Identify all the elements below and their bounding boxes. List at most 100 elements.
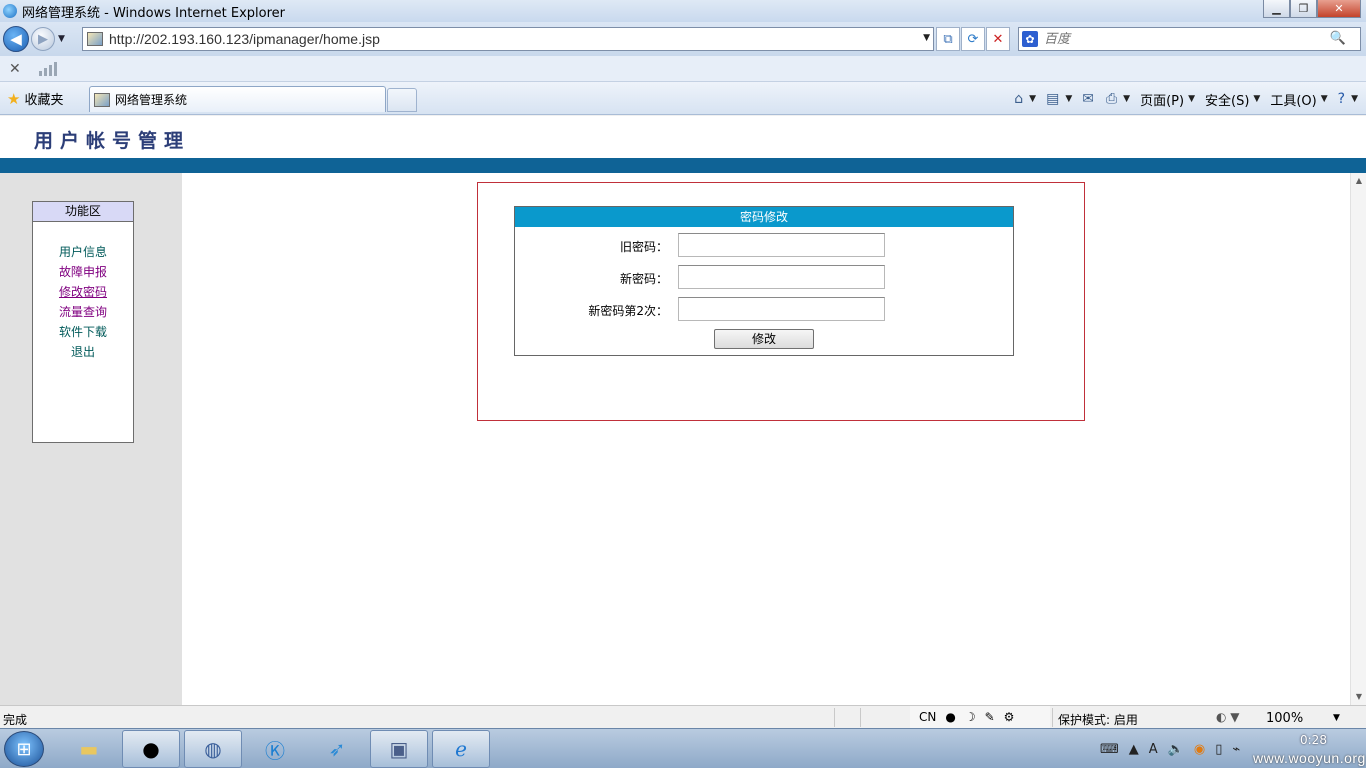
menu-item-user-info[interactable]: 用户信息 — [33, 242, 133, 262]
function-panel-header: 功能区 — [33, 202, 133, 222]
vertical-scrollbar[interactable]: ▲ ▼ — [1350, 173, 1366, 705]
confirm-password-field[interactable] — [678, 297, 885, 321]
menu-item-change-password[interactable]: 修改密码 — [33, 282, 133, 302]
scroll-down-icon[interactable]: ▼ — [1351, 689, 1366, 705]
status-divider — [1052, 708, 1053, 727]
tray-keyboard-icon[interactable]: ⌨ — [1100, 742, 1119, 757]
taskbar-explorer-icon[interactable]: ▬ — [60, 730, 118, 768]
search-box[interactable]: ✿ 🔍 — [1018, 27, 1361, 51]
window-title: 网络管理系统 - Windows Internet Explorer — [22, 5, 285, 21]
history-dropdown-icon[interactable]: ▼ — [58, 34, 70, 44]
submit-password-button[interactable]: 修改 — [714, 329, 814, 349]
refresh-button[interactable]: ⟳ — [961, 27, 985, 51]
minimize-button[interactable]: ▁ — [1263, 0, 1290, 18]
old-password-field[interactable] — [678, 233, 885, 257]
taskbar-k-icon[interactable]: Ⓚ — [246, 730, 304, 768]
ime-toolbar[interactable]: CN ● ☽ ✎ ⚙ — [910, 706, 1050, 728]
forward-button[interactable]: ▶ — [31, 27, 55, 51]
function-panel: 功能区 用户信息 故障申报 修改密码 流量查询 软件下载 退出 — [32, 201, 134, 443]
favorites-bar: ★ 收藏夹 网络管理系统 ⌂ ▼ ▤ ▼ ✉ ⎙ ▼ 页面(P) ▼ 安全(S) ▼ 工具… — [0, 82, 1366, 115]
taskbar-globe-icon[interactable]: ◍ — [184, 730, 242, 768]
safety-menu[interactable]: 安全(S) — [1205, 90, 1249, 109]
sidebar: 功能区 用户信息 故障申报 修改密码 流量查询 软件下载 退出 — [0, 173, 182, 705]
tab-label: 网络管理系统 — [115, 93, 188, 107]
zoom-dropdown-icon[interactable]: ▼ — [1333, 713, 1340, 723]
stop-button[interactable]: ✕ — [986, 27, 1010, 51]
old-password-row: 旧密码： — [515, 233, 1015, 257]
taskbar-qq-icon[interactable]: ● — [122, 730, 180, 768]
window-titlebar: 网络管理系统 - Windows Internet Explorer ▁ ❐ ✕ — [0, 0, 1366, 22]
system-tray: ⌨ ▲ A 🔈 ◉ ▯ ⌁ — [1090, 729, 1240, 768]
ime-mic-icon[interactable]: ● — [945, 710, 955, 724]
window-controls: ▁ ❐ ✕ — [1263, 0, 1361, 18]
close-toolbar-icon[interactable]: ✕ — [9, 61, 21, 77]
safety-menu-dropdown-icon[interactable]: ▼ — [1253, 94, 1260, 104]
back-button[interactable]: ◀ — [3, 26, 29, 52]
search-input[interactable] — [1044, 31, 1314, 47]
taskbar-clock[interactable]: 0:28 — [1300, 733, 1327, 747]
status-divider — [860, 708, 861, 727]
baidu-paw-icon: ✿ — [1022, 31, 1038, 47]
star-icon: ★ — [7, 89, 21, 108]
page-menu[interactable]: 页面(P) — [1140, 90, 1184, 109]
old-password-label: 旧密码： — [619, 240, 668, 254]
confirm-password-row: 新密码第2次： — [515, 297, 1015, 321]
zone-globe-icon[interactable]: ◐ ▼ — [1216, 710, 1240, 724]
print-icon[interactable]: ⎙ — [1106, 91, 1117, 107]
help-dropdown-icon[interactable]: ▼ — [1351, 94, 1358, 104]
page-favicon-icon — [87, 32, 103, 46]
close-window-button[interactable]: ✕ — [1317, 0, 1361, 18]
zoom-level[interactable]: 100% — [1266, 711, 1303, 726]
tray-network-icon[interactable]: ⌁ — [1232, 742, 1240, 757]
confirm-password-label: 新密码第2次： — [588, 304, 668, 318]
favorites-button[interactable]: ★ 收藏夹 — [7, 89, 63, 109]
protected-mode-status[interactable]: 保护模式: 启用 — [1058, 711, 1138, 728]
password-panel-header: 密码修改 — [515, 207, 1013, 227]
address-dropdown-icon[interactable]: ▼ — [923, 33, 930, 43]
signal-bars-icon — [38, 61, 57, 76]
start-button[interactable]: ⊞ — [4, 731, 44, 767]
ime-wrench-icon[interactable]: ✎ — [985, 710, 995, 724]
compatibility-view-button[interactable]: ⧉ — [936, 27, 960, 51]
tools-menu[interactable]: 工具(O) — [1270, 90, 1316, 109]
home-icon[interactable]: ⌂ — [1014, 91, 1023, 107]
help-icon[interactable]: ? — [1338, 91, 1345, 107]
tray-volume-icon[interactable]: 🔈 — [1168, 742, 1184, 757]
feeds-icon[interactable]: ▤ — [1046, 91, 1059, 107]
menu-item-traffic-query[interactable]: 流量查询 — [33, 302, 133, 322]
menu-item-logout[interactable]: 退出 — [33, 342, 133, 362]
feeds-dropdown-icon[interactable]: ▼ — [1065, 94, 1072, 104]
page-menu-dropdown-icon[interactable]: ▼ — [1188, 94, 1195, 104]
address-bar[interactable]: http://202.193.160.123/ipmanager/home.js… — [82, 27, 934, 51]
ime-language[interactable]: CN — [919, 710, 936, 724]
scroll-up-icon[interactable]: ▲ — [1351, 173, 1366, 189]
tray-text-icon[interactable]: A — [1149, 742, 1158, 757]
navigation-bar: ◀ ▶ ▼ http://202.193.160.123/ipmanager/h… — [0, 22, 1366, 56]
tools-menu-dropdown-icon[interactable]: ▼ — [1321, 94, 1328, 104]
tray-battery-icon[interactable]: ▯ — [1215, 742, 1222, 757]
taskbar: ⊞ ▬ ● ◍ Ⓚ ➶ ▣ ℯ ⌨ ▲ A 🔈 ◉ ▯ ⌁ 0:28 www.w… — [0, 728, 1366, 768]
ie-logo-icon — [3, 4, 17, 18]
new-password-field[interactable] — [678, 265, 885, 289]
restore-button[interactable]: ❐ — [1290, 0, 1317, 18]
ime-gear-icon[interactable]: ⚙ — [1004, 710, 1015, 724]
tab-active[interactable]: 网络管理系统 — [89, 86, 386, 112]
taskbar-ie-icon[interactable]: ℯ — [432, 730, 490, 768]
search-icon[interactable]: 🔍 — [1330, 31, 1346, 46]
new-password-label: 新密码： — [619, 272, 668, 286]
function-menu: 用户信息 故障申报 修改密码 流量查询 软件下载 退出 — [33, 242, 133, 362]
ime-moon-icon[interactable]: ☽ — [965, 710, 976, 724]
address-url[interactable]: http://202.193.160.123/ipmanager/home.js… — [109, 31, 380, 47]
mail-icon[interactable]: ✉ — [1082, 91, 1094, 107]
taskbar-network-icon[interactable]: ▣ — [370, 730, 428, 768]
taskbar-bird-icon[interactable]: ➶ — [308, 730, 366, 768]
print-dropdown-icon[interactable]: ▼ — [1123, 94, 1130, 104]
home-dropdown-icon[interactable]: ▼ — [1029, 94, 1036, 104]
tray-app-icon[interactable]: ◉ — [1194, 742, 1205, 757]
stop-icon: ✕ — [992, 31, 1004, 47]
command-bar: ⌂ ▼ ▤ ▼ ✉ ⎙ ▼ 页面(P) ▼ 安全(S) ▼ 工具(O) ▼ ? ▼ — [1004, 88, 1366, 110]
menu-item-fault-report[interactable]: 故障申报 — [33, 262, 133, 282]
new-tab-button[interactable] — [387, 88, 417, 112]
tray-expand-icon[interactable]: ▲ — [1129, 742, 1139, 757]
menu-item-software-download[interactable]: 软件下载 — [33, 322, 133, 342]
